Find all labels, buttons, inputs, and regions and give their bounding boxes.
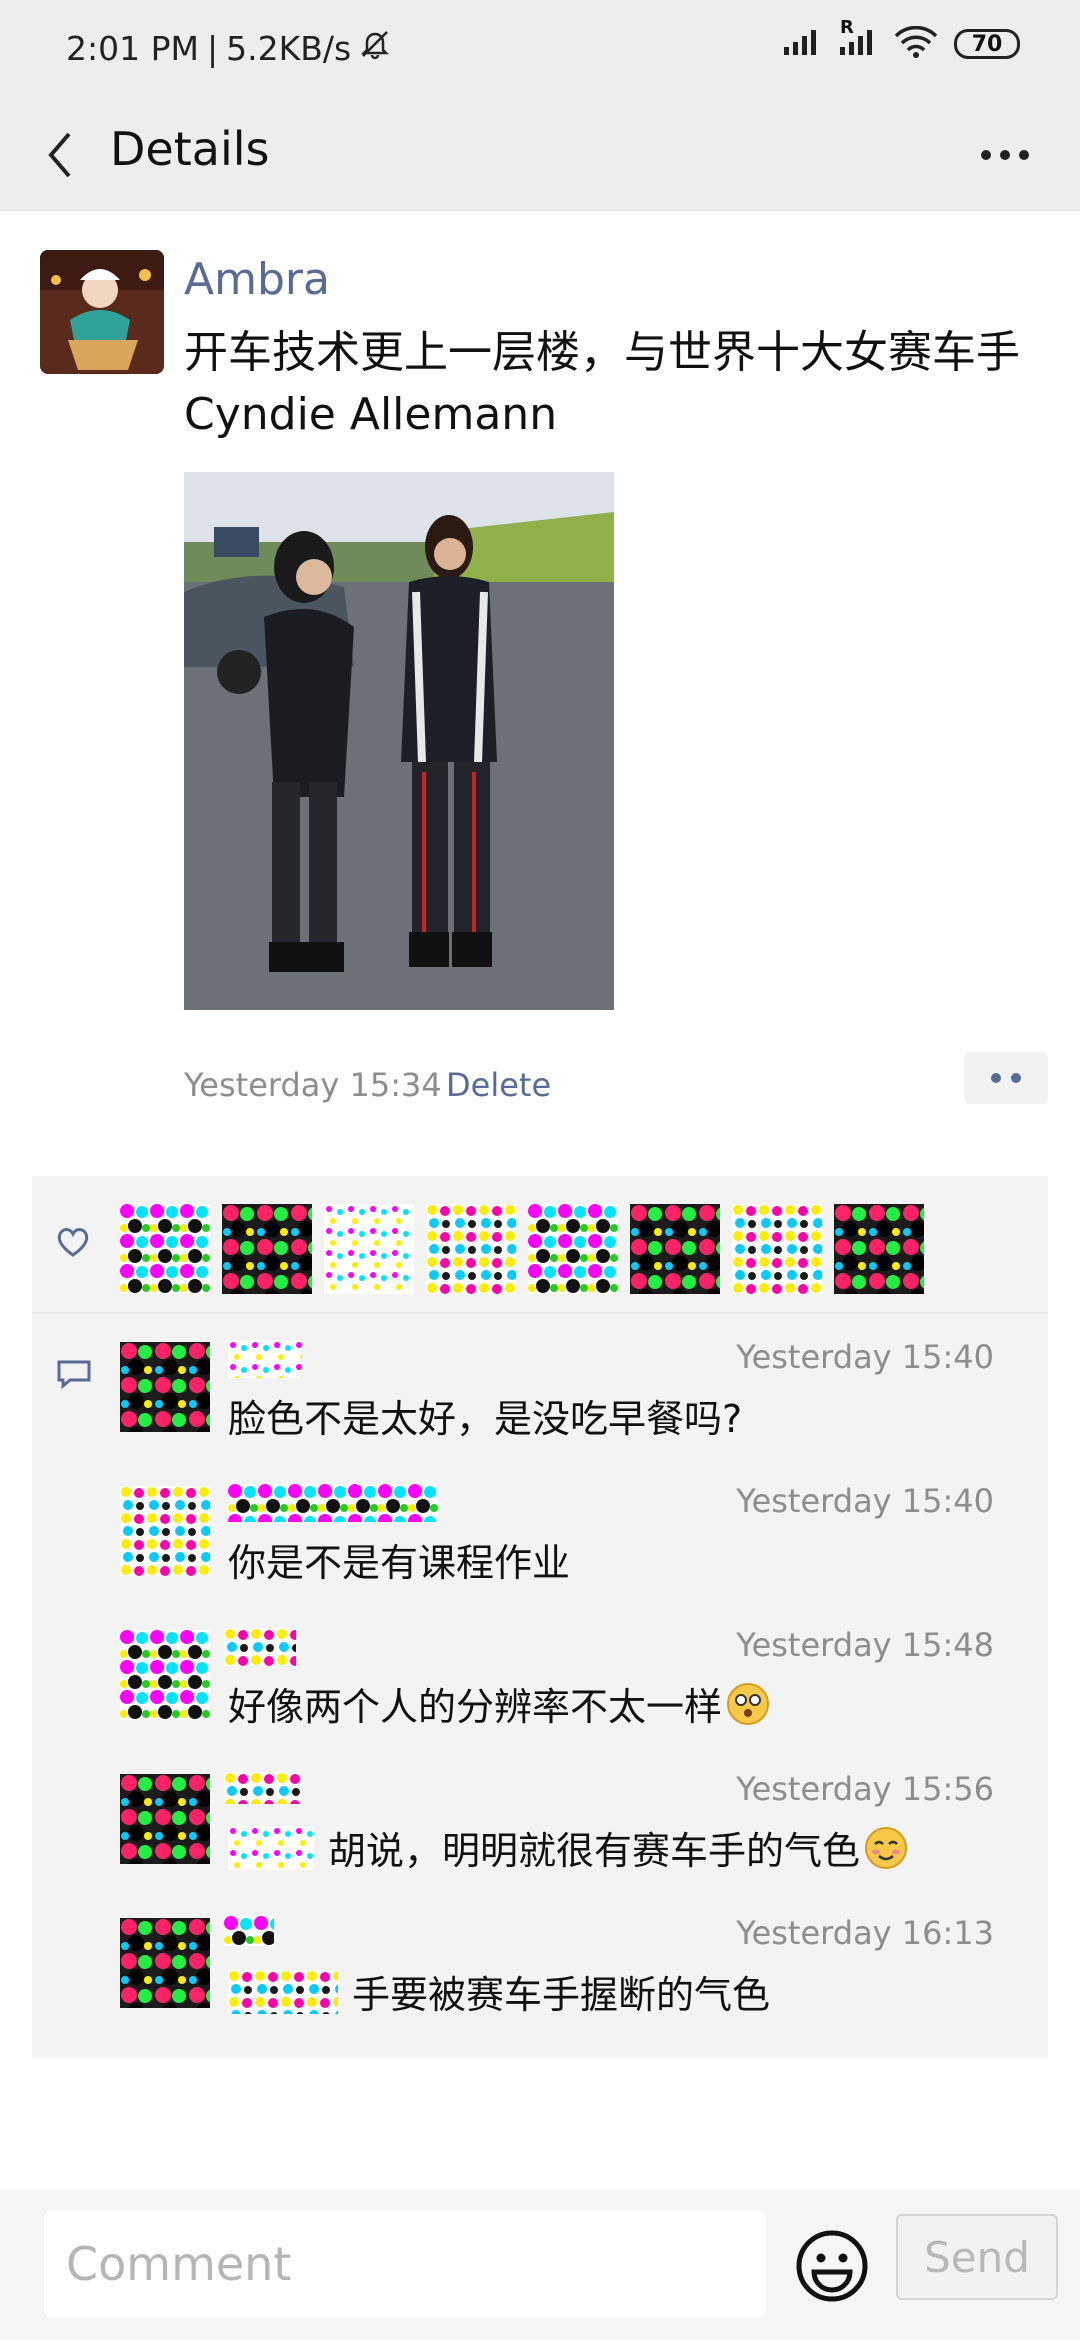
comment-timestamp: Yesterday 15:40 [736, 1482, 994, 1520]
commenter-name[interactable] [224, 1916, 274, 1954]
post-text-line: 开车技术更上一层楼，与世界十大女赛车手 [184, 327, 1020, 378]
comment-text: 好像两个人的分辨率不太一样 [228, 1676, 772, 1731]
mute-bell-icon [359, 28, 391, 68]
status-bar: 2:01 PM | 5.2KB/s R 70 [0, 0, 1080, 100]
comment-item[interactable]: Yesterday 16:13 手要被赛车手握断的气色 [32, 1904, 1048, 2048]
commenter-avatar[interactable] [120, 1486, 210, 1576]
comment-item[interactable]: Yesterday 15:48 好像两个人的分辨率不太一样 [32, 1616, 1048, 1760]
dot-icon [1019, 150, 1029, 160]
commenter-avatar[interactable] [120, 1774, 210, 1864]
commenter-name[interactable] [224, 1772, 300, 1810]
network-speed: 5.2KB/s [226, 28, 352, 68]
reply-to-name[interactable] [228, 1969, 338, 2014]
comment-timestamp: Yesterday 15:56 [736, 1770, 994, 1808]
comment-timestamp: Yesterday 15:40 [736, 1338, 994, 1376]
comment-item[interactable]: Yesterday 15:40 你是不是有课程作业 [32, 1472, 1048, 1616]
delete-link[interactable]: Delete [446, 1066, 551, 1104]
liker-avatar[interactable] [120, 1204, 210, 1294]
comment-text: 手要被赛车手握断的气色 [228, 1964, 770, 2019]
liker-avatar[interactable] [324, 1204, 414, 1294]
post-text-line: Cyndie Allemann [184, 389, 558, 440]
status-left: 2:01 PM | 5.2KB/s [66, 28, 391, 68]
likes-row [32, 1176, 1048, 1314]
author-avatar[interactable] [40, 250, 164, 374]
comment-text: 胡说，明明就很有赛车手的气色 [228, 1820, 910, 1875]
signal-icon [782, 27, 822, 61]
comment-text: 脸色不是太好，是没吃早餐吗? [228, 1397, 743, 1441]
header-bar: Details [0, 100, 1080, 211]
liker-avatar[interactable] [426, 1204, 516, 1294]
smiley-face-icon [796, 2230, 868, 2302]
commenter-avatar[interactable] [120, 1630, 210, 1720]
comment-composer: Send [0, 2190, 1080, 2340]
back-button[interactable] [30, 120, 90, 190]
dizzy-face-emoji-icon [727, 1682, 770, 1725]
dot-icon [991, 1073, 1001, 1083]
comment-item[interactable]: Yesterday 15:56 胡说，明明就很有赛车手的气色 [32, 1760, 1048, 1904]
page-title: Details [110, 122, 270, 176]
signal-roaming-icon: R [838, 17, 878, 61]
chevron-left-icon [48, 132, 71, 178]
commenter-name[interactable] [224, 1628, 296, 1666]
liker-avatar[interactable] [732, 1204, 822, 1294]
heart-icon [56, 1226, 90, 1262]
blush-emoji-icon [865, 1826, 908, 1869]
liker-avatars [120, 1204, 924, 1294]
battery-indicator: 70 [954, 29, 1020, 59]
liker-avatar[interactable] [222, 1204, 312, 1294]
author-name[interactable]: Ambra [184, 254, 330, 305]
post-timestamp: Yesterday 15:34 [184, 1066, 442, 1104]
commenter-avatar[interactable] [120, 1342, 210, 1432]
commenter-avatar[interactable] [120, 1918, 210, 2008]
emoji-button[interactable] [794, 2228, 870, 2304]
liker-avatar[interactable] [528, 1204, 618, 1294]
dot-icon [1000, 150, 1010, 160]
comment-timestamp: Yesterday 15:48 [736, 1626, 994, 1664]
commenter-name[interactable] [228, 1484, 438, 1522]
dot-icon [981, 150, 991, 160]
comment-item[interactable]: Yesterday 15:40 脸色不是太好，是没吃早餐吗? [32, 1328, 1048, 1472]
status-right: R 70 [782, 17, 1020, 62]
commenter-name[interactable] [228, 1340, 302, 1378]
liker-avatar[interactable] [834, 1204, 924, 1294]
post-text: 开车技术更上一层楼，与世界十大女赛车手 Cyndie Allemann [184, 322, 1054, 446]
dot-icon [1011, 1073, 1021, 1083]
wifi-icon [894, 25, 938, 62]
reply-to-name[interactable] [228, 1825, 314, 1870]
send-button[interactable]: Send [896, 2214, 1058, 2300]
post-photo[interactable] [184, 472, 614, 1010]
like-comment-menu-button[interactable] [964, 1052, 1048, 1104]
comment-timestamp: Yesterday 16:13 [736, 1914, 994, 1952]
interaction-panel: Yesterday 15:40 脸色不是太好，是没吃早餐吗? Yesterday… [32, 1176, 1048, 2058]
status-time: 2:01 PM [66, 28, 199, 68]
comment-input[interactable] [44, 2210, 766, 2318]
comment-text: 你是不是有课程作业 [228, 1541, 571, 1585]
liker-avatar[interactable] [630, 1204, 720, 1294]
comments-list: Yesterday 15:40 脸色不是太好，是没吃早餐吗? Yesterday… [32, 1314, 1048, 2058]
more-options-button[interactable] [970, 130, 1040, 180]
